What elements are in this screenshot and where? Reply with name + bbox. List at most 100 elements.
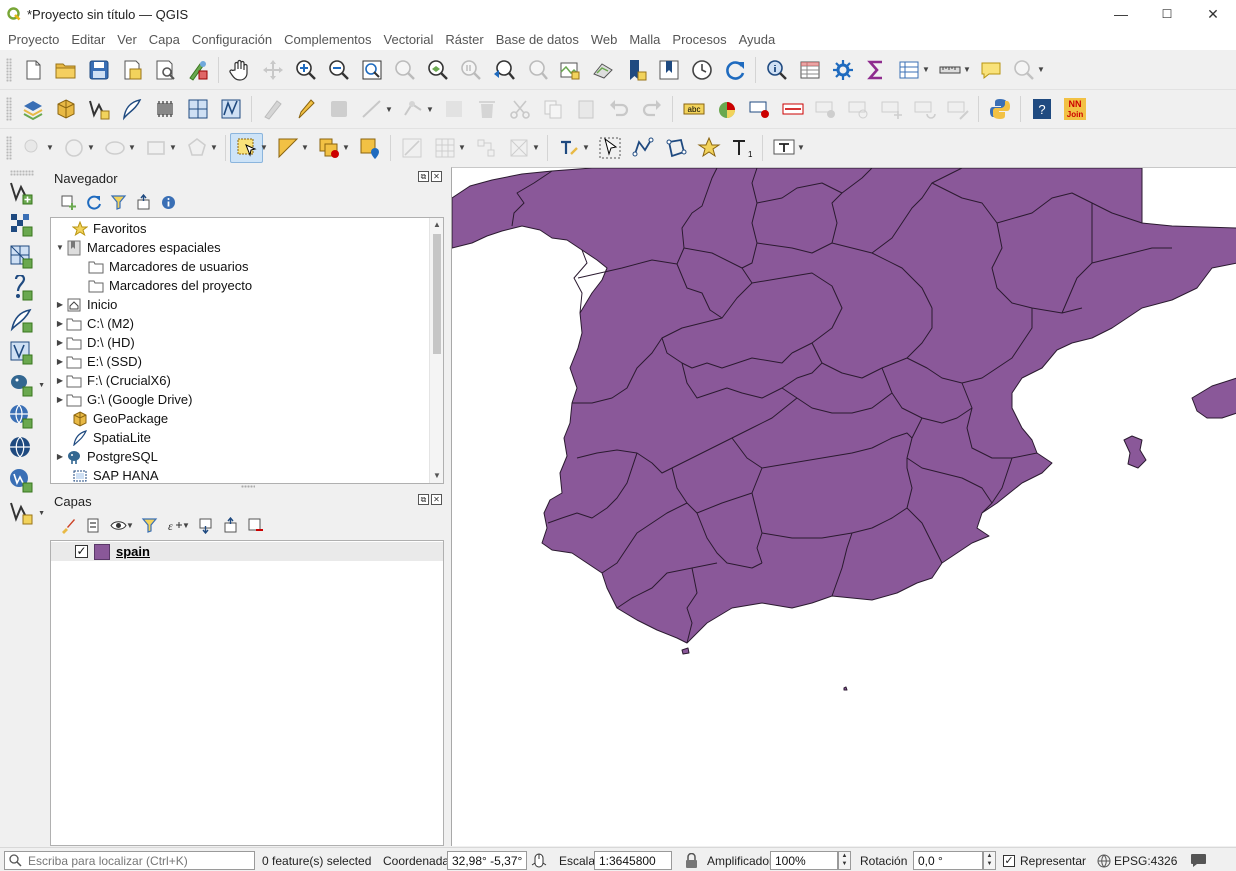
digitize-ellipse-button[interactable]: [98, 133, 131, 163]
scroll-down-icon[interactable]: ▼: [430, 469, 443, 483]
new-print-layout-button[interactable]: [115, 55, 148, 85]
toolbox-button[interactable]: [826, 55, 859, 85]
delete-selected-button[interactable]: [470, 94, 503, 124]
expand-all-button[interactable]: [193, 514, 218, 536]
chevron-down-icon[interactable]: ▼: [168, 133, 178, 163]
zoom-to-layer-button[interactable]: [421, 55, 454, 85]
paste-features-button[interactable]: [569, 94, 602, 124]
menu-web[interactable]: Web: [585, 32, 624, 47]
show-bookmarks-button[interactable]: [652, 55, 685, 85]
layout-manager-button[interactable]: [148, 55, 181, 85]
save-project-button[interactable]: [82, 55, 115, 85]
toggle-extents-button[interactable]: [531, 851, 547, 870]
locator-search-input[interactable]: Escriba para localizar (Ctrl+K): [4, 851, 255, 870]
modify-attributes-button[interactable]: [437, 94, 470, 124]
collapse-all-button[interactable]: [218, 514, 243, 536]
render-checkbox[interactable]: ✓: [1003, 854, 1015, 867]
digitize-polygon-button[interactable]: [180, 133, 213, 163]
add-wcs-layer-button[interactable]: [3, 432, 39, 464]
new-virtual-layer-button[interactable]: [181, 94, 214, 124]
zoom-to-selection-button[interactable]: [388, 55, 421, 85]
magnifier-spinner[interactable]: ▲ ▼: [838, 851, 851, 870]
new-bookmark-button[interactable]: [619, 55, 652, 85]
chevron-down-icon[interactable]: ▼: [921, 55, 931, 85]
collapse-arrow-icon[interactable]: ▼: [55, 243, 65, 252]
add-group-button[interactable]: [81, 514, 106, 536]
move-label-button[interactable]: [875, 94, 908, 124]
undo-button[interactable]: [602, 94, 635, 124]
select-by-location-button[interactable]: [353, 133, 386, 163]
add-delimited-text-button[interactable]: [3, 272, 39, 304]
chevron-down-icon[interactable]: ▼: [457, 133, 467, 163]
tree-item-drive-c[interactable]: ▶ C:\ (M2): [55, 314, 134, 333]
chevron-down-icon[interactable]: ▼: [38, 510, 45, 517]
redo-button[interactable]: [635, 94, 668, 124]
expand-arrow-icon[interactable]: ▶: [55, 319, 65, 328]
new-map-view-button[interactable]: [553, 55, 586, 85]
new-spatialite-button[interactable]: [115, 94, 148, 124]
navigator-scrollbar[interactable]: ▲ ▼: [429, 218, 443, 483]
tree-item-drive-g[interactable]: ▶ G:\ (Google Drive): [55, 390, 193, 409]
expand-arrow-icon[interactable]: ▶: [55, 395, 65, 404]
zoom-in-button[interactable]: [289, 55, 322, 85]
refresh-button[interactable]: [718, 55, 751, 85]
chevron-down-icon[interactable]: ▼: [384, 94, 394, 124]
add-virtual-layer-button[interactable]: [3, 336, 39, 368]
tree-item-favoritos[interactable]: Favoritos: [61, 219, 146, 238]
create-line-annotation-button[interactable]: [626, 133, 659, 163]
pin-labels-button[interactable]: [809, 94, 842, 124]
scroll-up-icon[interactable]: ▲: [430, 218, 443, 232]
highlight-pinned-labels-button[interactable]: [743, 94, 776, 124]
magnifier-field[interactable]: 100%: [770, 851, 838, 870]
filter-legend-button[interactable]: [137, 514, 162, 536]
statistical-summary-button[interactable]: [859, 55, 892, 85]
toggle-display-unplaced-labels-button[interactable]: [776, 94, 809, 124]
help-button[interactable]: ?: [1025, 94, 1058, 124]
new-geopackage-button[interactable]: [49, 94, 82, 124]
layer-labeling-button[interactable]: abc: [677, 94, 710, 124]
style-manager-button[interactable]: [181, 55, 214, 85]
scale-combobox[interactable]: 1:3645800: [594, 851, 672, 870]
chevron-down-icon[interactable]: ▼: [796, 133, 806, 163]
properties-button[interactable]: [156, 191, 181, 213]
coordinate-field[interactable]: 32,98° -5,37°: [447, 851, 527, 870]
chevron-down-icon[interactable]: ▼: [38, 382, 45, 389]
zoom-last-button[interactable]: [487, 55, 520, 85]
expand-arrow-icon[interactable]: ▶: [55, 376, 65, 385]
toolbar-grip[interactable]: [6, 135, 12, 160]
menu-editar[interactable]: Editar: [65, 32, 111, 47]
chevron-down-icon[interactable]: ▼: [45, 133, 55, 163]
chevron-down-icon[interactable]: ▼: [181, 510, 191, 540]
tree-item-spatialite[interactable]: SpatiaLite: [61, 428, 151, 447]
expand-arrow-icon[interactable]: ▶: [55, 357, 65, 366]
new-layer-button[interactable]: ▼: [3, 496, 45, 528]
new-shapefile-button[interactable]: [82, 94, 115, 124]
vertex-tool-button[interactable]: [396, 94, 429, 124]
current-edits-button[interactable]: [256, 94, 289, 124]
tree-item-inicio[interactable]: ▶ Inicio: [55, 295, 117, 314]
chevron-down-icon[interactable]: ▼: [300, 133, 310, 163]
menu-complementos[interactable]: Complementos: [278, 32, 377, 47]
attribute-table-button[interactable]: [793, 55, 826, 85]
add-postgis-layer-button[interactable]: ▼: [3, 368, 45, 400]
rotation-field[interactable]: 0,0 °: [913, 851, 983, 870]
rotate-label-button[interactable]: [908, 94, 941, 124]
tree-item-marcadores-usuarios[interactable]: Marcadores de usuarios: [77, 257, 248, 276]
expand-arrow-icon[interactable]: ▶: [55, 300, 65, 309]
menu-ver[interactable]: Ver: [111, 32, 143, 47]
nn-join-plugin-button[interactable]: NN Join: [1058, 94, 1091, 124]
menu-proyecto[interactable]: Proyecto: [0, 32, 65, 47]
chevron-down-icon[interactable]: ▼: [209, 133, 219, 163]
create-marker-annotation-button[interactable]: [692, 133, 725, 163]
menu-capa[interactable]: Capa: [143, 32, 186, 47]
chevron-down-icon[interactable]: ▼: [531, 133, 541, 163]
create-polygon-annotation-button[interactable]: [659, 133, 692, 163]
chevron-down-icon[interactable]: ▼: [962, 55, 972, 85]
create-text-annotation-button[interactable]: 1: [725, 133, 758, 163]
cut-features-button[interactable]: [503, 94, 536, 124]
new-3d-view-button[interactable]: [586, 55, 619, 85]
chevron-down-icon[interactable]: ▼: [127, 133, 137, 163]
tree-item-sap-hana[interactable]: SAP HANA: [61, 466, 159, 483]
temporal-controller-button[interactable]: [685, 55, 718, 85]
zoom-native-button[interactable]: [454, 55, 487, 85]
